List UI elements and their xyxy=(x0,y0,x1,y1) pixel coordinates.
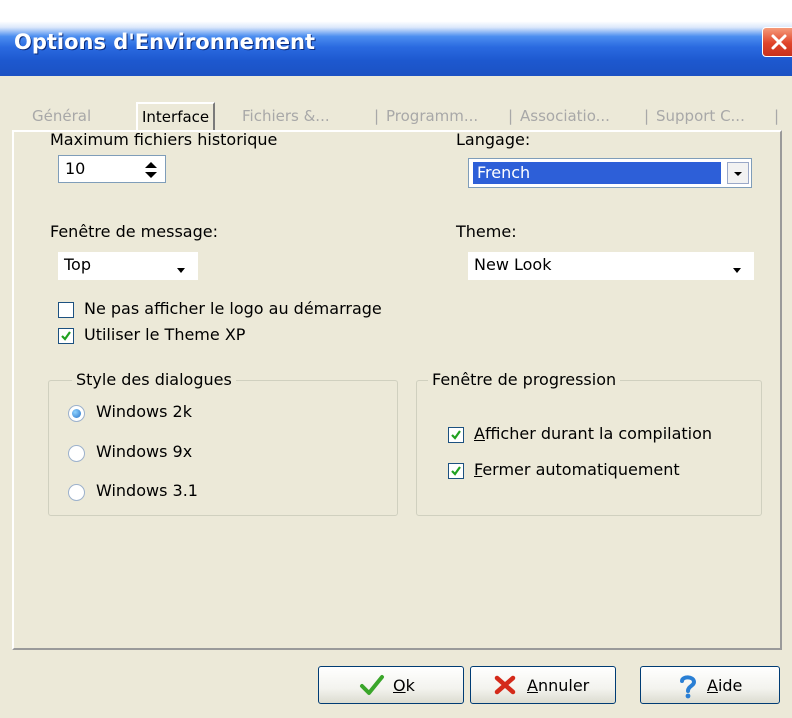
options-dialog: Options d'Environnement Général Interfac… xyxy=(0,0,792,718)
checkmark-icon xyxy=(359,674,385,700)
red-x-icon xyxy=(493,674,517,700)
language-select[interactable]: French xyxy=(468,158,752,188)
title-bar: Options d'Environnement xyxy=(0,0,792,76)
chevron-down-icon[interactable] xyxy=(176,260,186,279)
chevron-down-icon[interactable] xyxy=(727,162,749,184)
ok-button[interactable]: Ok xyxy=(318,666,464,704)
history-label: Maximum fichiers historique xyxy=(50,130,278,149)
history-value: 10 xyxy=(65,159,86,178)
radio-windows-2k[interactable] xyxy=(68,405,85,422)
message-window-value: Top xyxy=(64,255,91,274)
radio-windows-9x[interactable] xyxy=(68,445,85,462)
radio-windows-9x-label: Windows 9x xyxy=(96,442,193,461)
theme-xp-label: Utiliser le Theme XP xyxy=(84,325,246,344)
theme-label: Theme: xyxy=(456,222,517,241)
tab-support[interactable]: Support C... xyxy=(656,105,745,129)
cancel-button[interactable]: Annuler xyxy=(470,666,616,704)
tab-fichiers[interactable]: Fichiers &... xyxy=(242,105,330,129)
progress-window-group xyxy=(416,380,762,516)
cancel-label: Annuler xyxy=(527,676,590,695)
theme-value: New Look xyxy=(474,255,552,274)
theme-select[interactable]: New Look xyxy=(468,252,754,280)
hide-logo-checkbox[interactable] xyxy=(58,302,74,318)
tab-associations[interactable]: Associatio... xyxy=(520,105,610,129)
tab-strip: Général Interface Fichiers &... | Progra… xyxy=(0,100,792,130)
auto-close-checkbox[interactable] xyxy=(448,463,464,479)
message-window-select[interactable]: Top xyxy=(58,252,198,280)
close-button[interactable] xyxy=(762,27,792,57)
help-label: Aide xyxy=(707,676,743,695)
tab-interface[interactable]: Interface xyxy=(136,102,216,130)
history-spinner[interactable]: 10 xyxy=(58,155,166,183)
tab-programmes[interactable]: Programm... xyxy=(386,105,478,129)
tab-separator: | xyxy=(374,107,380,125)
help-button[interactable]: Aide xyxy=(640,666,780,704)
dialog-style-title: Style des dialogues xyxy=(72,370,236,389)
tab-general[interactable]: Général xyxy=(32,105,91,129)
tab-separator: | xyxy=(644,107,650,125)
window-title: Options d'Environnement xyxy=(14,30,315,54)
language-value: French xyxy=(473,162,721,184)
message-window-label: Fenêtre de message: xyxy=(50,222,218,241)
show-during-compile-label: Afficher durant la compilation xyxy=(474,424,713,443)
tab-separator: | xyxy=(508,107,514,125)
language-label: Langage: xyxy=(456,130,531,149)
chevron-down-icon[interactable] xyxy=(732,260,742,279)
auto-close-label: Fermer automatiquement xyxy=(474,460,680,479)
radio-windows-31[interactable] xyxy=(68,484,85,501)
spin-arrows-icon[interactable] xyxy=(143,160,159,184)
theme-xp-checkbox[interactable] xyxy=(58,328,74,344)
question-mark-icon xyxy=(677,673,699,703)
radio-windows-2k-label: Windows 2k xyxy=(96,402,192,421)
hide-logo-label: Ne pas afficher le logo au démarrage xyxy=(84,299,382,318)
ok-label: Ok xyxy=(393,676,415,695)
show-during-compile-checkbox[interactable] xyxy=(448,427,464,443)
progress-window-title: Fenêtre de progression xyxy=(428,370,621,389)
tab-separator: | xyxy=(774,107,780,125)
radio-windows-31-label: Windows 3.1 xyxy=(96,481,198,500)
